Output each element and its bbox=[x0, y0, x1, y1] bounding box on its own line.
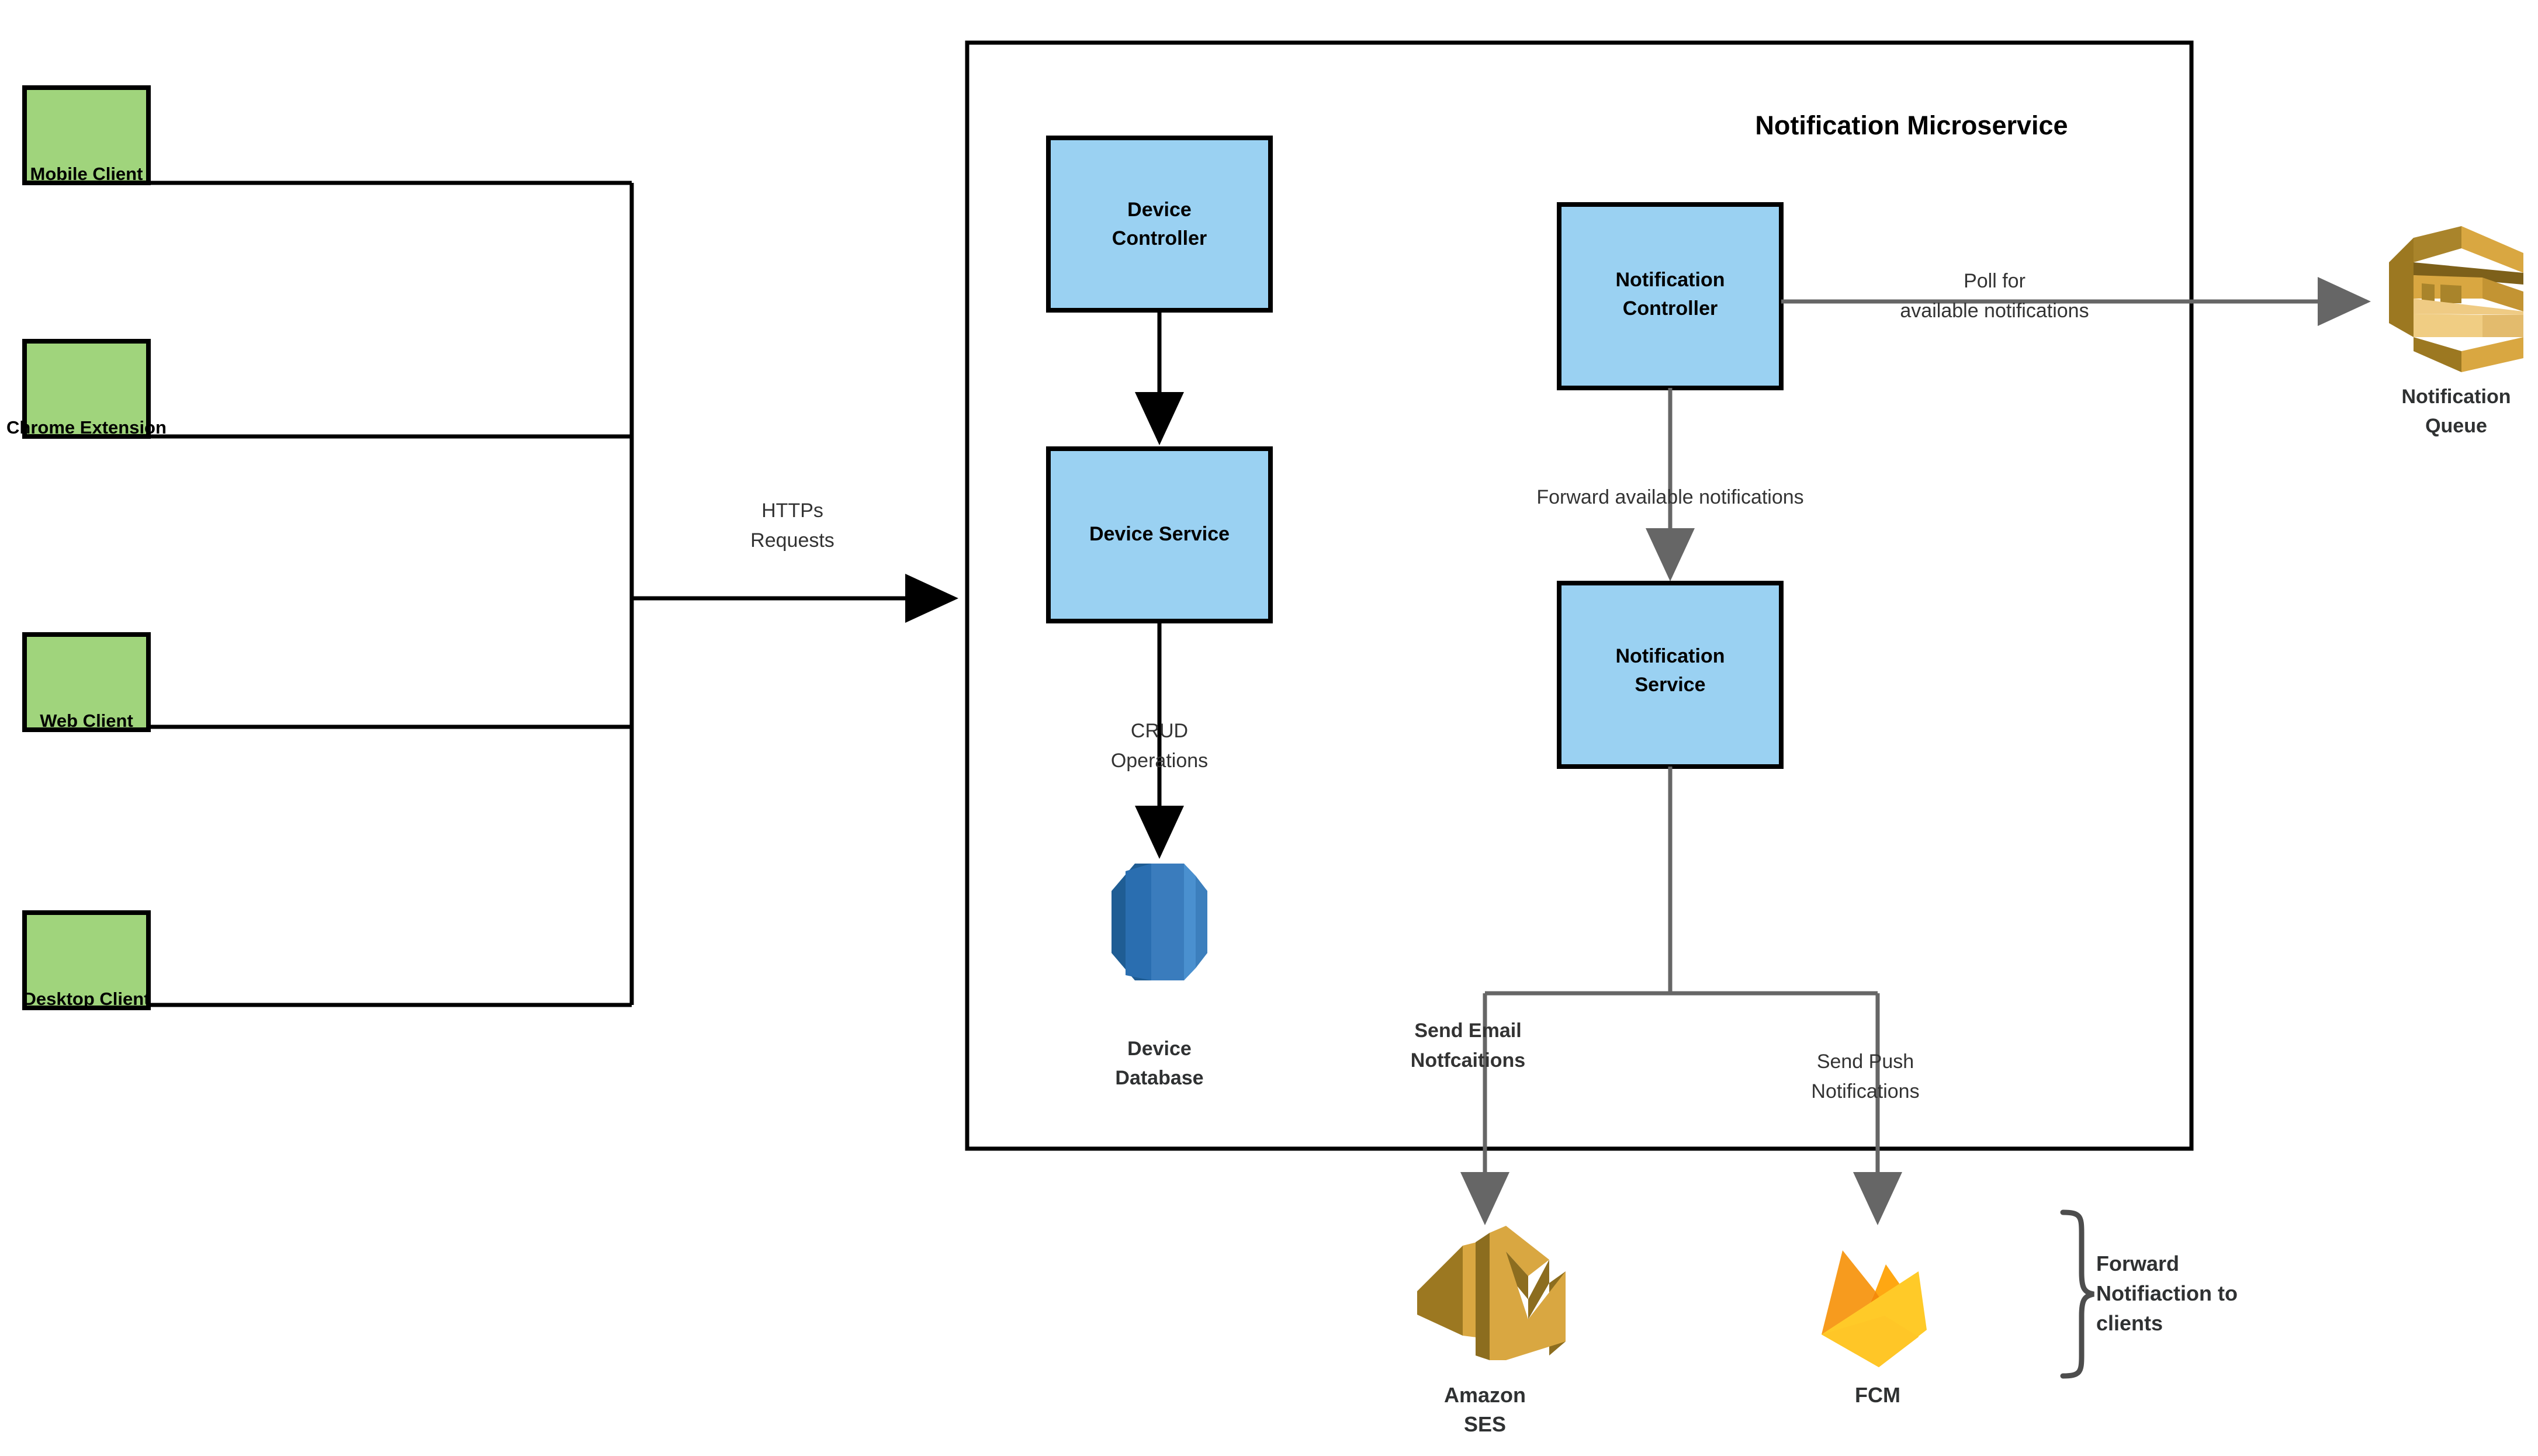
forward-to-clients-brace bbox=[2060, 1209, 2094, 1379]
forward-clients-label-line2: Notifiaction to bbox=[2096, 1281, 2238, 1305]
amazon-ses-label-line1: Amazon bbox=[1444, 1383, 1526, 1407]
aws-sqs-icon bbox=[2389, 226, 2523, 372]
service-label-line2: Controller bbox=[1112, 227, 1207, 249]
send-push-label-line1: Send Push bbox=[1817, 1051, 1914, 1073]
client-label: Web Client bbox=[40, 710, 133, 731]
service-box-device-controller[interactable]: Device Controller bbox=[1046, 136, 1273, 313]
edge-notification-service-fanout bbox=[1460, 767, 1902, 1225]
device-database-label-line1: Device bbox=[1127, 1038, 1192, 1060]
client-label: Desktop Client bbox=[23, 989, 150, 1009]
send-email-label-line1: Send Email bbox=[1414, 1020, 1521, 1042]
https-requests-label-line1: HTTPs bbox=[761, 500, 823, 522]
send-push-label-line2: Notifications bbox=[1811, 1080, 1919, 1103]
firebase-fcm-icon bbox=[1822, 1250, 1927, 1367]
forward-clients-label-line3: clients bbox=[2096, 1311, 2163, 1335]
poll-label-line1: Poll for bbox=[1964, 270, 2025, 292]
send-email-label-line2: Notfcaitions bbox=[1411, 1049, 1525, 1072]
device-database-label-line2: Database bbox=[1115, 1067, 1203, 1089]
https-requests-label-line2: Requests bbox=[750, 529, 835, 552]
container-title: Notification Microservice bbox=[1755, 110, 2068, 140]
service-label-line1: Device Service bbox=[1089, 523, 1230, 545]
amazon-ses-icon bbox=[1417, 1226, 1566, 1360]
service-box-device-service[interactable]: Device Service bbox=[1046, 446, 1273, 623]
client-box-desktop-client[interactable]: Desktop Client bbox=[22, 910, 151, 1010]
client-box-web-client[interactable]: Web Client bbox=[22, 632, 151, 732]
fcm-label: FCM bbox=[1855, 1383, 1900, 1407]
forward-clients-label-line1: Forward bbox=[2096, 1252, 2179, 1275]
crud-operations-label-line1: CRUD bbox=[1131, 720, 1188, 742]
notification-queue-label-line2: Queue bbox=[2425, 415, 2487, 437]
database-icon bbox=[1112, 864, 1207, 980]
service-label-line2: Service bbox=[1635, 674, 1706, 696]
client-label: Chrome Extension bbox=[6, 417, 167, 438]
poll-label-line2: available notifications bbox=[1900, 300, 2089, 322]
service-label-line1: Notification bbox=[1616, 269, 1725, 291]
client-label: Mobile Client bbox=[30, 164, 143, 184]
crud-operations-label-line2: Operations bbox=[1111, 750, 1208, 772]
client-box-chrome-extension[interactable]: Chrome Extension bbox=[6, 339, 167, 439]
service-box-notification-service[interactable]: Notification Service bbox=[1557, 581, 1784, 769]
service-box-notification-controller[interactable]: Notification Controller bbox=[1557, 202, 1784, 390]
client-box-mobile-client[interactable]: Mobile Client bbox=[22, 85, 151, 185]
forward-available-label: Forward available notifications bbox=[1536, 486, 1803, 508]
service-label-line2: Controller bbox=[1623, 297, 1718, 320]
service-label-line1: Device bbox=[1127, 199, 1192, 221]
service-label-line1: Notification bbox=[1616, 645, 1725, 667]
client-bus-connector bbox=[148, 181, 958, 1007]
architecture-diagram: Mobile Client Chrome Extension Web Clien… bbox=[0, 0, 2538, 1456]
amazon-ses-label-line2: SES bbox=[1464, 1412, 1506, 1436]
notification-queue-label-line1: Notification bbox=[2402, 386, 2511, 408]
